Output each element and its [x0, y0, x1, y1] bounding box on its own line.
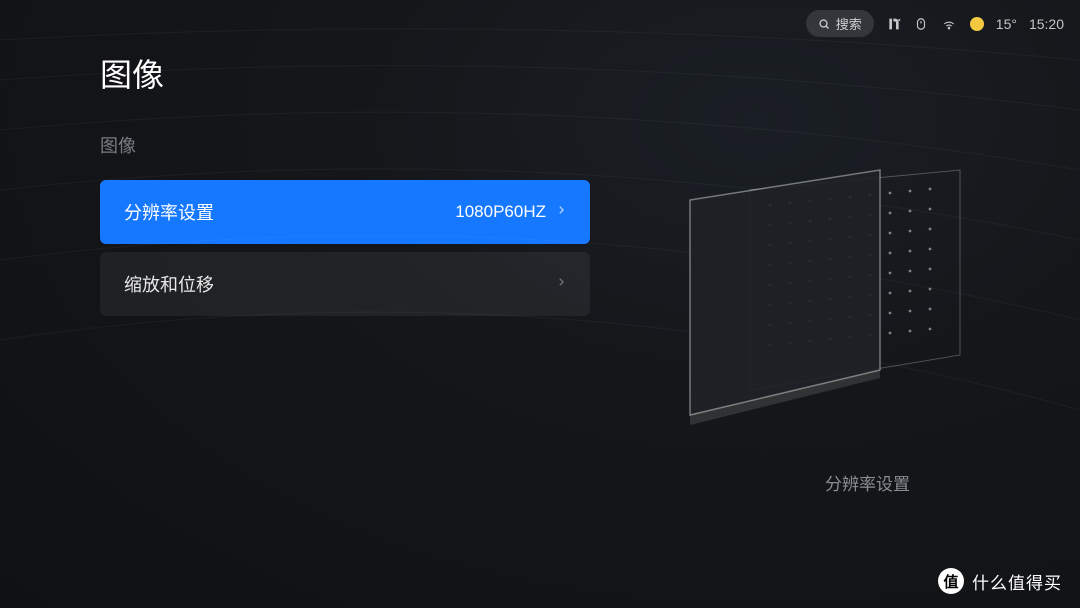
setting-scale[interactable]: 缩放和位移	[100, 252, 590, 316]
search-label: 搜索	[836, 14, 862, 33]
setting-resolution-label: 分辨率设置	[124, 199, 214, 225]
watermark: 值 什么值得买	[938, 568, 1062, 594]
time-label: 15:20	[1029, 16, 1064, 32]
preview-caption: 分辨率设置	[825, 470, 910, 495]
wifi-icon	[940, 17, 958, 31]
watermark-badge: 值	[938, 568, 964, 594]
settings-list: 分辨率设置 1080P60HZ 缩放和位移	[100, 180, 590, 316]
setting-scale-label: 缩放和位移	[124, 271, 214, 297]
setting-scale-right	[556, 274, 566, 295]
watermark-text: 什么值得买	[972, 569, 1062, 594]
section-label: 图像	[100, 132, 1080, 158]
mouse-icon	[914, 16, 928, 32]
setting-resolution-right: 1080P60HZ	[455, 202, 566, 223]
search-button[interactable]: 搜索	[806, 10, 874, 37]
chevron-right-icon	[556, 274, 566, 295]
mijia-icon	[886, 16, 902, 32]
search-icon	[818, 18, 830, 30]
page-title: 图像	[100, 50, 1080, 96]
setting-resolution-value: 1080P60HZ	[455, 202, 546, 222]
temperature-label: 15°	[996, 16, 1017, 32]
setting-resolution[interactable]: 分辨率设置 1080P60HZ	[100, 180, 590, 244]
chevron-right-icon	[556, 202, 566, 223]
preview-illustration	[680, 160, 980, 440]
weather-icon	[970, 17, 984, 31]
status-bar: 搜索 15° 15:20	[806, 10, 1064, 37]
